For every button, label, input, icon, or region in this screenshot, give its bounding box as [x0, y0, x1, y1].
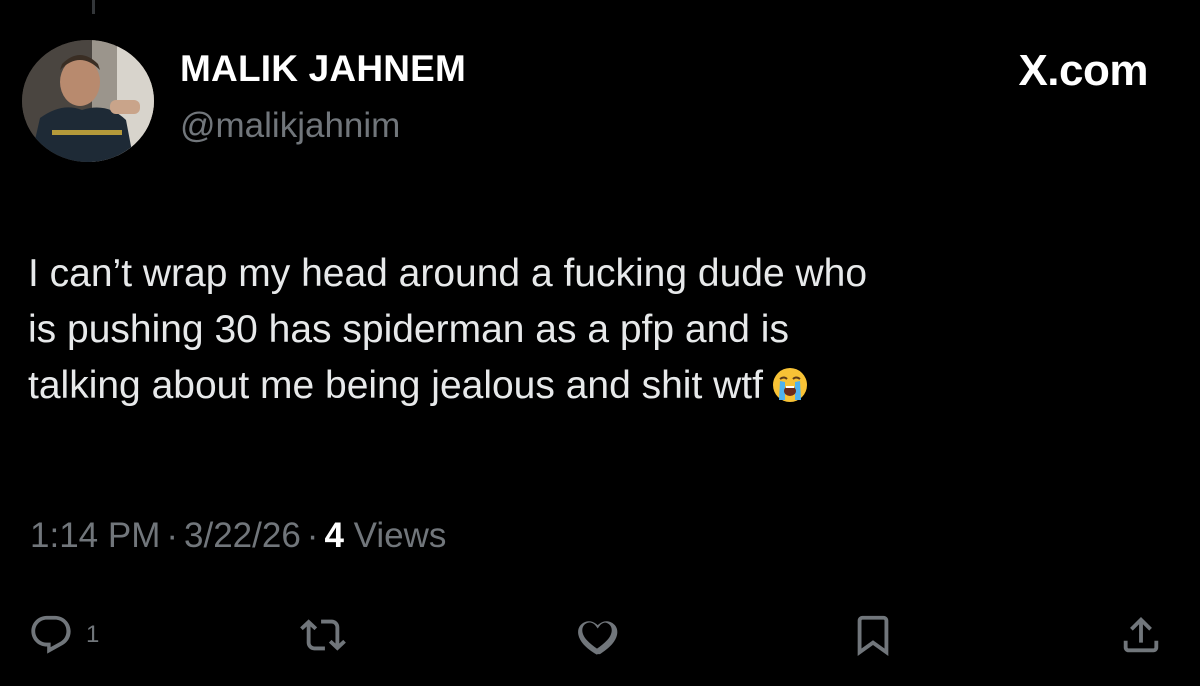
- views-count: 4: [324, 516, 344, 555]
- tweet-meta: 1:14 PM · 3/22/26 · 4 Views: [30, 516, 446, 556]
- share-icon: [1123, 616, 1159, 653]
- bookmark-button[interactable]: [850, 610, 896, 660]
- heart-icon: [578, 621, 618, 655]
- tweet-text-line: talking about me being jealous and shit …: [28, 358, 1158, 414]
- reply-button[interactable]: 1: [28, 610, 99, 660]
- tweet-text: I can’t wrap my head around a fucking du…: [28, 246, 1158, 414]
- bookmark-icon: [857, 615, 889, 656]
- author-display-name[interactable]: MALIK JAHNEM: [180, 48, 466, 90]
- reply-icon: [31, 615, 71, 654]
- tweet-text-line: is pushing 30 has spiderman as a pfp and…: [28, 308, 789, 351]
- avatar[interactable]: [22, 40, 154, 162]
- views-label: Views: [353, 516, 447, 555]
- avatar-image: [22, 40, 154, 162]
- like-button[interactable]: [574, 610, 620, 660]
- tweet-date[interactable]: 3/22/26: [184, 516, 301, 555]
- retweet-icon: [300, 619, 346, 651]
- thread-connector-line: [92, 0, 95, 14]
- meta-separator: ·: [166, 516, 179, 555]
- tweet-text-line-content: talking about me being jealous and shit …: [28, 364, 763, 407]
- tweet-card: MALIK JAHNEM @malikjahnim X.com I can’t …: [0, 0, 1200, 686]
- share-button[interactable]: [1118, 610, 1164, 660]
- loudly-crying-face-icon: [771, 366, 809, 404]
- x-logo-label: X.com: [1018, 46, 1148, 95]
- tweet-time[interactable]: 1:14 PM: [30, 516, 160, 555]
- meta-separator: ·: [306, 516, 319, 555]
- reply-count: 1: [86, 621, 100, 648]
- author-handle[interactable]: @malikjahnim: [180, 106, 400, 146]
- tweet-text-line: I can’t wrap my head around a fucking du…: [28, 252, 868, 295]
- action-bar: 1: [0, 600, 1200, 672]
- retweet-button[interactable]: [300, 610, 346, 660]
